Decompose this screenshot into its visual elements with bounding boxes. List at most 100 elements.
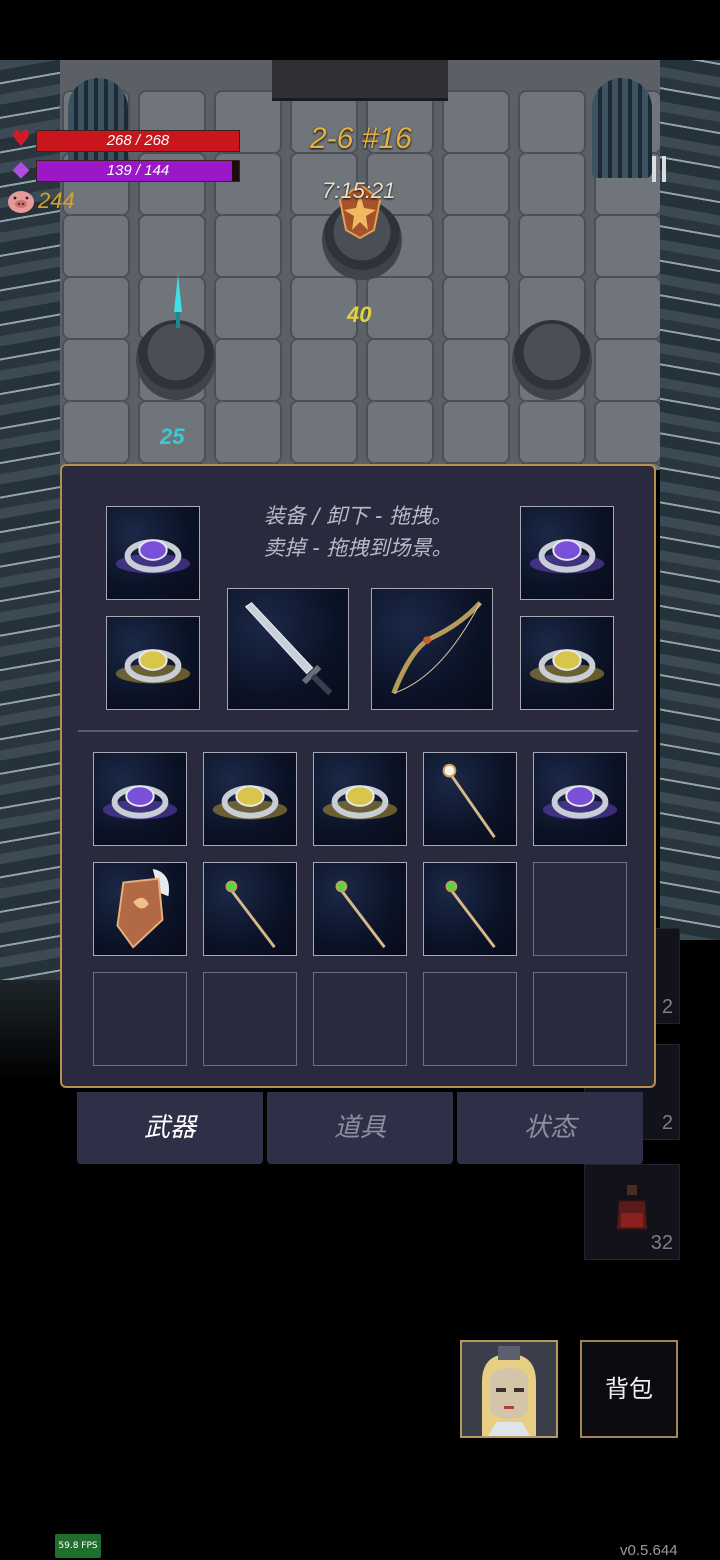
bow-icon	[372, 589, 492, 709]
inventory-slot[interactable]	[423, 862, 517, 956]
winged-shield-icon	[94, 863, 186, 955]
floor-tile	[518, 90, 586, 154]
mana-diamond-icon: ◆	[12, 157, 30, 182]
floor-tile	[442, 276, 510, 340]
tab-items[interactable]: 道具	[267, 1092, 453, 1164]
gold-ring-icon	[204, 753, 296, 845]
floor-tile	[442, 338, 510, 402]
floor-tile	[138, 214, 206, 278]
floor-tile	[290, 338, 358, 402]
tab-status[interactable]: 状态	[457, 1092, 643, 1164]
bag-button[interactable]: 背包	[580, 1340, 678, 1438]
floor-tile	[442, 400, 510, 464]
tab-weapons[interactable]: 武器	[77, 1092, 263, 1164]
green-staff-icon	[314, 863, 406, 955]
floor-tile	[62, 400, 130, 464]
mp-text: 139 / 144	[106, 162, 170, 179]
potion-icon	[616, 1185, 648, 1230]
inventory-slot[interactable]	[93, 752, 187, 846]
fps-counter: 59.8 FPS	[55, 1534, 101, 1558]
inventory-slot-empty[interactable]	[423, 972, 517, 1066]
floor-tile	[214, 214, 282, 278]
heart-icon: ♥	[11, 127, 31, 152]
character-portrait[interactable]	[460, 1340, 558, 1438]
purple-ring-icon	[107, 507, 199, 599]
floor-tile	[518, 400, 586, 464]
inventory-slot[interactable]	[533, 752, 627, 846]
floor-tile	[62, 214, 130, 278]
mp-bar: 139 / 144	[36, 160, 240, 182]
gold-ring-icon	[107, 617, 199, 709]
floor-tile	[518, 214, 586, 278]
pedestal-right[interactable]	[512, 320, 592, 400]
side-item-count: 2	[661, 996, 673, 1018]
potion-slot[interactable]: 32	[584, 1164, 680, 1260]
pedestal-center-value: 40	[347, 302, 372, 327]
hp-bar: 268 / 268	[36, 130, 240, 152]
equip-slot[interactable]	[371, 588, 493, 710]
inventory-slot-empty[interactable]	[313, 972, 407, 1066]
inventory-slot-empty[interactable]	[203, 972, 297, 1066]
equip-slot[interactable]	[106, 616, 200, 710]
inventory-slot[interactable]	[313, 752, 407, 846]
gold-ring-icon	[314, 753, 406, 845]
green-staff-icon	[204, 863, 296, 955]
floor-tile	[594, 338, 662, 402]
version-label: v0.5.644	[620, 1542, 678, 1559]
pig-coin-icon	[6, 188, 36, 214]
panel-divider	[78, 730, 638, 732]
pause-bar-right	[662, 156, 666, 182]
stage-label: 2-6 #16	[310, 122, 412, 155]
inventory-slot[interactable]	[313, 862, 407, 956]
floor-tile	[366, 338, 434, 402]
floor-tile	[214, 400, 282, 464]
dungeon-wall-right	[660, 60, 720, 940]
floor-tile	[214, 276, 282, 340]
gold-count: 244	[38, 188, 75, 213]
equip-slot[interactable]	[106, 506, 200, 600]
purple-ring-icon	[94, 753, 186, 845]
floor-tile	[366, 276, 434, 340]
purple-ring-icon	[534, 753, 626, 845]
floor-tile	[442, 152, 510, 216]
white-staff-icon	[424, 753, 516, 845]
floor-tile	[62, 276, 130, 340]
dungeon-gate	[272, 60, 448, 101]
inventory-slot[interactable]	[203, 862, 297, 956]
inventory-slot[interactable]	[203, 752, 297, 846]
sword-icon	[228, 589, 348, 709]
floor-tile	[442, 214, 510, 278]
dungeon-wall-left-shadow	[0, 980, 60, 1080]
pause-bar-left	[652, 156, 656, 182]
floor-tile	[594, 400, 662, 464]
cyan-dagger-icon[interactable]	[168, 272, 188, 336]
floor-tile	[518, 152, 586, 216]
potion-count: 32	[650, 1232, 673, 1254]
floor-tile	[594, 276, 662, 340]
pedestal-left-value: 25	[160, 424, 185, 449]
floor-tile	[366, 400, 434, 464]
floor-tile	[214, 338, 282, 402]
inventory-slot-empty[interactable]	[93, 972, 187, 1066]
floor-tile	[62, 338, 130, 402]
character-face-icon	[462, 1342, 556, 1436]
floor-tile	[594, 214, 662, 278]
pillar-right	[592, 78, 652, 178]
inventory-slot[interactable]	[423, 752, 517, 846]
purple-ring-icon	[521, 507, 613, 599]
inventory-panel: 装备 / 卸下 - 拖拽。 卖掉 - 拖拽到场景。	[60, 464, 656, 1088]
equip-slot[interactable]	[227, 588, 349, 710]
side-item-count: 2	[661, 1112, 673, 1134]
inventory-slot-empty[interactable]	[533, 862, 627, 956]
green-staff-icon	[424, 863, 516, 955]
equip-slot[interactable]	[520, 616, 614, 710]
pause-button[interactable]	[648, 150, 672, 190]
gold-ring-icon	[521, 617, 613, 709]
equip-slot[interactable]	[520, 506, 614, 600]
floor-tile	[290, 400, 358, 464]
inventory-slot[interactable]	[93, 862, 187, 956]
hp-text: 268 / 268	[106, 132, 170, 149]
floor-tile	[442, 90, 510, 154]
run-timer: 7:15:21	[322, 178, 396, 203]
inventory-slot-empty[interactable]	[533, 972, 627, 1066]
